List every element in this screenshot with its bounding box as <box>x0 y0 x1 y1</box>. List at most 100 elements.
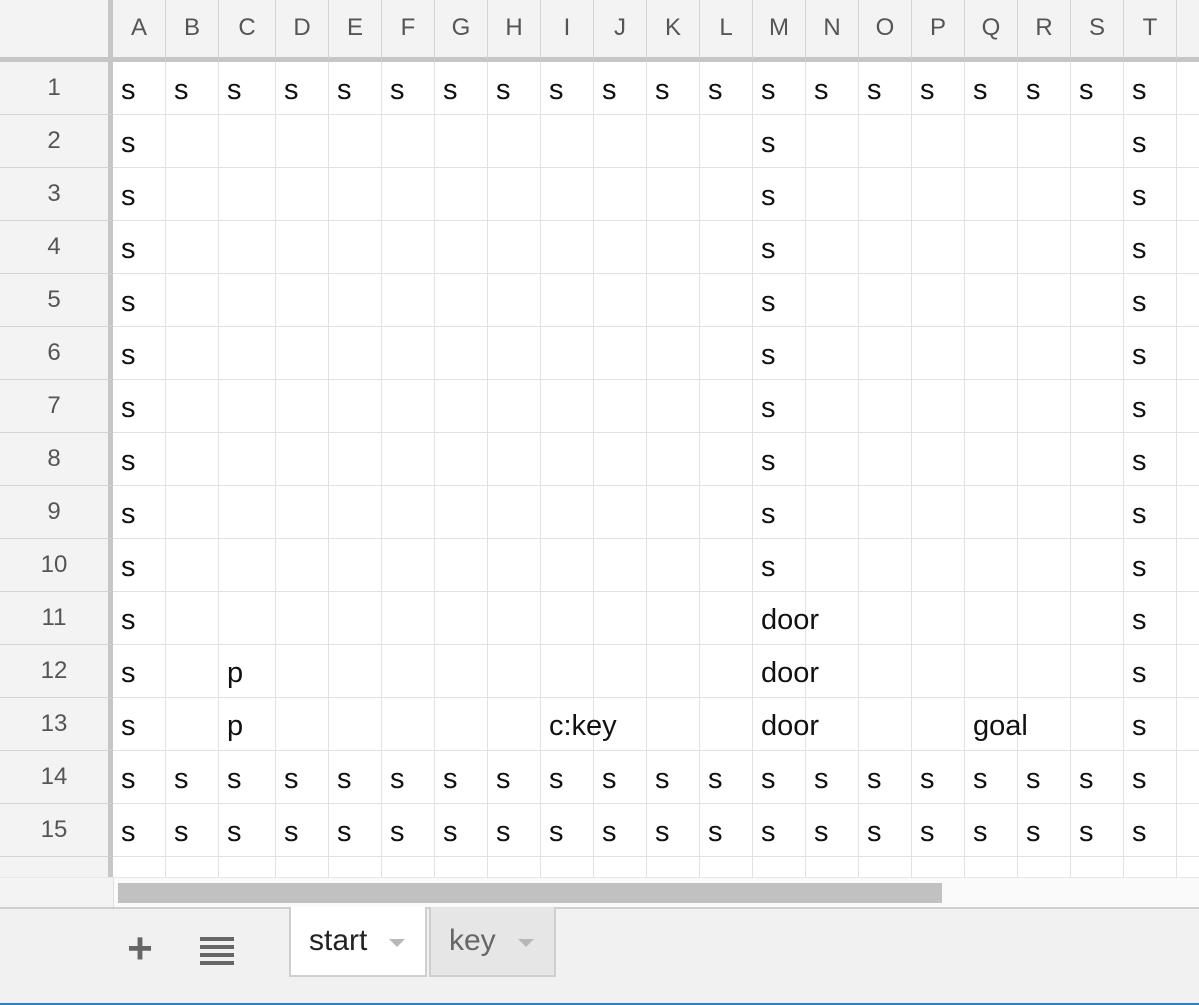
cell-f1[interactable]: s <box>382 62 435 115</box>
column-header-s[interactable]: S <box>1071 0 1124 62</box>
column-header-q[interactable]: Q <box>965 0 1018 62</box>
cell-r6[interactable] <box>1018 327 1071 380</box>
cell-g1[interactable]: s <box>435 62 488 115</box>
cell-i3[interactable] <box>541 168 594 221</box>
cell-j9[interactable] <box>594 486 647 539</box>
cell-k1[interactable]: s <box>647 62 700 115</box>
cell-f13[interactable] <box>382 698 435 751</box>
cell-s10[interactable] <box>1071 539 1124 592</box>
cell-q2[interactable] <box>965 115 1018 168</box>
cell-i12[interactable] <box>541 645 594 698</box>
cell-o3[interactable] <box>859 168 912 221</box>
cell-a6[interactable]: s <box>113 327 166 380</box>
cell-b12[interactable] <box>166 645 219 698</box>
cell-h5[interactable] <box>488 274 541 327</box>
cell-m2[interactable]: s <box>753 115 806 168</box>
cell-o9[interactable] <box>859 486 912 539</box>
cell-f9[interactable] <box>382 486 435 539</box>
column-header-p[interactable]: P <box>912 0 965 62</box>
cell-o10[interactable] <box>859 539 912 592</box>
cell-o11[interactable] <box>859 592 912 645</box>
row-header-8[interactable]: 8 <box>0 433 113 486</box>
column-header-j[interactable]: J <box>594 0 647 62</box>
cell-f6[interactable] <box>382 327 435 380</box>
column-header-o[interactable]: O <box>859 0 912 62</box>
cell-r14[interactable]: s <box>1018 751 1071 804</box>
cell-j8[interactable] <box>594 433 647 486</box>
cell-h2[interactable] <box>488 115 541 168</box>
cell-d6[interactable] <box>276 327 329 380</box>
cell-d13[interactable] <box>276 698 329 751</box>
cell-n14[interactable]: s <box>806 751 859 804</box>
cell-n13[interactable] <box>806 698 859 751</box>
cell-d8[interactable] <box>276 433 329 486</box>
cell-m4[interactable]: s <box>753 221 806 274</box>
cell-h12[interactable] <box>488 645 541 698</box>
cell-r12[interactable] <box>1018 645 1071 698</box>
cell-i7[interactable] <box>541 380 594 433</box>
row-header-10[interactable]: 10 <box>0 539 113 592</box>
cell-i1[interactable]: s <box>541 62 594 115</box>
cell-n6[interactable] <box>806 327 859 380</box>
cell-m14[interactable]: s <box>753 751 806 804</box>
row-header-12[interactable]: 12 <box>0 645 113 698</box>
cell-r8[interactable] <box>1018 433 1071 486</box>
cell-m10[interactable]: s <box>753 539 806 592</box>
cell-p2[interactable] <box>912 115 965 168</box>
cell-f7[interactable] <box>382 380 435 433</box>
cell-q8[interactable] <box>965 433 1018 486</box>
cell-i4[interactable] <box>541 221 594 274</box>
cell-s11[interactable] <box>1071 592 1124 645</box>
cell-g11[interactable] <box>435 592 488 645</box>
cell-o2[interactable] <box>859 115 912 168</box>
cell-j3[interactable] <box>594 168 647 221</box>
cell-j11[interactable] <box>594 592 647 645</box>
cell-c5[interactable] <box>219 274 276 327</box>
cell-j4[interactable] <box>594 221 647 274</box>
cell-m13[interactable]: door <box>753 698 819 751</box>
cell-b2[interactable] <box>166 115 219 168</box>
cell-q11[interactable] <box>965 592 1018 645</box>
cell-e11[interactable] <box>329 592 382 645</box>
cell-c8[interactable] <box>219 433 276 486</box>
cell-t2[interactable]: s <box>1124 115 1177 168</box>
cell-i10[interactable] <box>541 539 594 592</box>
cell-m11[interactable]: door <box>753 592 819 645</box>
cell-a12[interactable]: s <box>113 645 166 698</box>
column-header-n[interactable]: N <box>806 0 859 62</box>
cell-h9[interactable] <box>488 486 541 539</box>
cell-a1[interactable]: s <box>113 62 166 115</box>
row-header-4[interactable]: 4 <box>0 221 113 274</box>
cell-j12[interactable] <box>594 645 647 698</box>
cell-i9[interactable] <box>541 486 594 539</box>
column-header-f[interactable]: F <box>382 0 435 62</box>
cell-h15[interactable]: s <box>488 804 541 857</box>
cell-s7[interactable] <box>1071 380 1124 433</box>
cell-p14[interactable]: s <box>912 751 965 804</box>
cell-b4[interactable] <box>166 221 219 274</box>
cell-a10[interactable]: s <box>113 539 166 592</box>
cell-g9[interactable] <box>435 486 488 539</box>
cell-r15[interactable]: s <box>1018 804 1071 857</box>
cell-k7[interactable] <box>647 380 700 433</box>
cell-i13[interactable]: c:key <box>541 698 617 751</box>
cell-r11[interactable] <box>1018 592 1071 645</box>
column-header-c[interactable]: C <box>219 0 276 62</box>
cell-h14[interactable]: s <box>488 751 541 804</box>
cell-t9[interactable]: s <box>1124 486 1177 539</box>
cell-i2[interactable] <box>541 115 594 168</box>
cell-q14[interactable]: s <box>965 751 1018 804</box>
cell-l6[interactable] <box>700 327 753 380</box>
cell-p6[interactable] <box>912 327 965 380</box>
row-header-14[interactable]: 14 <box>0 751 113 804</box>
cell-t14[interactable]: s <box>1124 751 1177 804</box>
cell-m12[interactable]: door <box>753 645 819 698</box>
cell-c1[interactable]: s <box>219 62 276 115</box>
cell-j15[interactable]: s <box>594 804 647 857</box>
cell-m15[interactable]: s <box>753 804 806 857</box>
cell-e12[interactable] <box>329 645 382 698</box>
cell-m9[interactable]: s <box>753 486 806 539</box>
cell-h3[interactable] <box>488 168 541 221</box>
cell-p12[interactable] <box>912 645 965 698</box>
cell-q13[interactable]: goal <box>965 698 1028 751</box>
